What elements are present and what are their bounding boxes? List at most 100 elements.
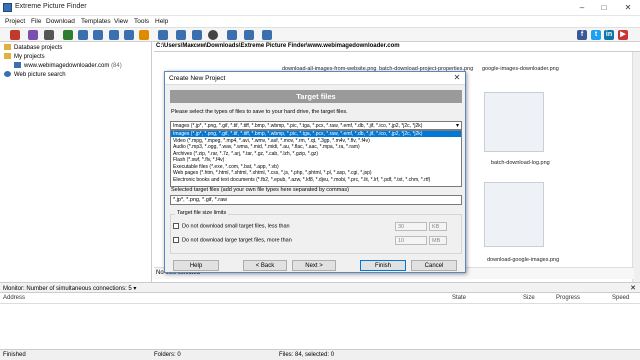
tree-database-projects[interactable]: Database projects	[4, 44, 62, 53]
option-video[interactable]: Video (*.mpg, *.mpeg, *.mp4, *.avi, *.wm…	[171, 138, 461, 144]
thumb-caption[interactable]: google-images-downloader.png	[482, 66, 559, 72]
tree-label: Web picture search	[14, 72, 66, 78]
connections-value[interactable]: 5	[128, 286, 131, 292]
grid-view-icon[interactable]	[176, 30, 186, 40]
menu-project[interactable]: Project	[3, 16, 27, 27]
database-icon[interactable]	[93, 30, 103, 40]
large-size-input[interactable]: 10	[395, 236, 427, 245]
downloads-list	[0, 304, 640, 349]
thumb-caption[interactable]: batch-download-log.png	[491, 160, 550, 166]
help-icon[interactable]	[262, 30, 272, 40]
column-address[interactable]: Address	[3, 295, 25, 301]
app-icon	[3, 3, 12, 12]
option-executables[interactable]: Executable files (*.exe, *.com, *.bat, *…	[171, 164, 461, 170]
path-bar: C:\Users\Максим\Downloads\Extreme Pictur…	[154, 42, 640, 52]
thumbnails-icon[interactable]	[227, 30, 237, 40]
column-speed[interactable]: Speed	[612, 295, 629, 301]
close-icon[interactable]: ✕	[452, 73, 462, 83]
play-icon[interactable]	[158, 30, 168, 40]
delete-project-icon[interactable]	[44, 30, 54, 40]
stop-icon[interactable]	[139, 30, 149, 40]
menu-tools[interactable]: Tools	[132, 16, 151, 27]
start-download-icon[interactable]	[63, 30, 73, 40]
menu-help[interactable]: Help	[153, 16, 170, 27]
monitor-label: Monitor: Number of simultaneous connecti…	[3, 286, 137, 292]
option-ebooks[interactable]: Electronic books and text documents (*.f…	[171, 177, 461, 183]
tree-my-projects[interactable]: My projects	[4, 53, 45, 62]
small-files-label: Do not download small target files, less…	[182, 223, 290, 230]
selected-type-text: Images (*.jp*, *.png, *.gif, *.tif, *.ti…	[173, 123, 423, 129]
linkedin-icon[interactable]: in	[604, 30, 614, 40]
tree-count: (84)	[111, 63, 122, 69]
small-size-input[interactable]: 30	[395, 222, 427, 231]
size-limits-title: Target file size limits	[175, 210, 229, 216]
window-title: Extreme Picture Finder	[15, 3, 87, 10]
menu-download[interactable]: Download	[44, 16, 77, 27]
next-button[interactable]: Next >	[292, 260, 336, 271]
edit-project-icon[interactable]	[28, 30, 38, 40]
maximize-button[interactable]: □	[596, 2, 612, 13]
menu-bar: Project File Download Templates View Too…	[0, 16, 640, 27]
chevron-down-icon[interactable]: ▾	[456, 122, 459, 129]
list-view-icon[interactable]	[192, 30, 202, 40]
create-project-dialog: Create New Project ✕ Target files Please…	[164, 71, 466, 273]
monitor-title: Monitor	[3, 286, 24, 292]
tree-site-project[interactable]: www.webimagedownloader.com (84)	[14, 62, 122, 71]
gallery-scrollbar[interactable]	[632, 52, 640, 282]
dialog-title-bar: Create New Project ✕	[165, 72, 465, 85]
new-project-icon[interactable]	[10, 30, 20, 40]
close-window-button[interactable]: ✕	[620, 2, 636, 13]
thumb-caption[interactable]: download-google-images.png	[487, 257, 559, 263]
thumbnail-image[interactable]	[484, 92, 544, 152]
save-icon[interactable]	[78, 30, 88, 40]
close-monitor-icon[interactable]: ✕	[630, 284, 636, 292]
large-unit-select[interactable]: MB	[429, 236, 447, 245]
option-audio[interactable]: Audio (*.mp3, *.ogg, *.wav, *.wma, *.mid…	[171, 144, 461, 150]
cancel-button[interactable]: Cancel	[411, 260, 457, 271]
small-unit-select[interactable]: KB	[429, 222, 447, 231]
menu-templates[interactable]: Templates	[79, 16, 113, 27]
menu-file[interactable]: File	[29, 16, 43, 27]
option-flash[interactable]: Flash (*.swf, *.flv, *.f4v)	[171, 157, 461, 163]
back-button[interactable]: < Back	[243, 260, 287, 271]
connections-label: Number of simultaneous connections:	[26, 286, 127, 292]
option-archives[interactable]: Archives (*.zip, *.rar, *.7z, *.arj, *.t…	[171, 151, 461, 157]
slideshow-icon[interactable]	[244, 30, 254, 40]
menu-view[interactable]: View	[112, 16, 130, 27]
column-state[interactable]: State	[452, 295, 466, 301]
minimize-button[interactable]: –	[574, 2, 590, 13]
tree-label: www.webimagedownloader.com	[24, 63, 110, 69]
youtube-icon[interactable]: ▶	[618, 30, 628, 40]
finish-button[interactable]: Finish	[360, 260, 406, 271]
section-banner: Target files	[170, 90, 462, 103]
status-bar: Finished Folders: 0 Files: 84, selected:…	[0, 349, 640, 360]
option-images[interactable]: Images (*.jp*, *.png, *.gif, *.tif, *.ti…	[171, 131, 461, 138]
downloads-header: Address State Size Progress Speed	[0, 294, 640, 304]
help-button[interactable]: Help	[173, 260, 219, 271]
folder-icon[interactable]	[109, 30, 119, 40]
large-files-checkbox[interactable]	[173, 237, 179, 243]
refresh-icon[interactable]	[124, 30, 134, 40]
monitor-bar: Monitor: Number of simultaneous connecti…	[0, 282, 640, 293]
facebook-icon[interactable]: f	[577, 30, 587, 40]
large-files-row[interactable]: Do not download large target files, more…	[173, 237, 292, 243]
title-bar: Extreme Picture Finder – □ ✕	[0, 0, 640, 16]
tree-web-search[interactable]: Web picture search	[4, 71, 66, 80]
column-size[interactable]: Size	[523, 295, 535, 301]
small-files-row[interactable]: Do not download small target files, less…	[173, 223, 290, 229]
status-files: Files: 84, selected: 0	[279, 352, 335, 358]
file-type-select[interactable]: Images (*.jp*, *.png, *.gif, *.tif, *.ti…	[170, 121, 462, 130]
search-globe-icon	[4, 71, 11, 78]
projects-tree: Database projects My projects www.webima…	[0, 42, 152, 282]
small-files-checkbox[interactable]	[173, 223, 179, 229]
thumbnail-image[interactable]	[484, 182, 544, 247]
folder-icon	[4, 44, 11, 51]
twitter-icon[interactable]: t	[591, 30, 601, 40]
instruction-text: Please select the types of files to save…	[171, 109, 348, 115]
record-icon[interactable]	[208, 30, 218, 40]
size-limits-group	[170, 214, 462, 254]
status-folders: Folders: 0	[154, 352, 181, 358]
column-progress[interactable]: Progress	[556, 295, 580, 301]
option-web-pages[interactable]: Web pages (*.htm, *.html, *.shtml, *.xht…	[171, 170, 461, 176]
target-files-input[interactable]: *.jp*, *.png, *.gif, *.raw	[170, 195, 462, 205]
